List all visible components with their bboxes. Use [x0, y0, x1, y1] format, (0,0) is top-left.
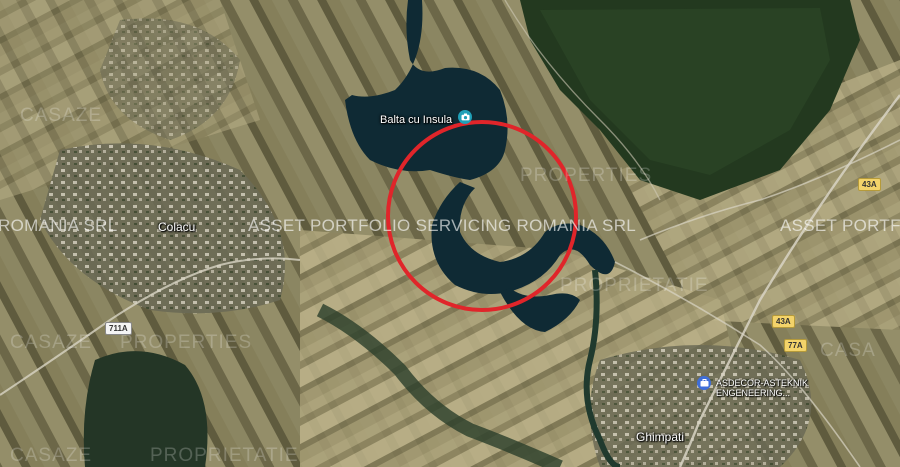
watermark-properties-mid: PROPERTIES	[520, 165, 653, 186]
watermark-casa-bottom: CASA	[820, 340, 876, 361]
town-label-colacu[interactable]: Colacu	[158, 220, 195, 234]
briefcase-icon[interactable]	[697, 376, 711, 390]
business-label-line2: ENGENEERING...	[716, 388, 791, 398]
watermark-left: ROMANIA SRL	[0, 216, 118, 235]
watermark-center: ASSET PORTFOLIO SERVICING ROMANIA SRL	[248, 216, 637, 235]
business-label[interactable]: ASDECOR-ASTEKNIK ENGENEERING...	[716, 378, 808, 398]
watermark-proprietatie-mid: PROPRIETATIE	[560, 275, 709, 296]
road-shield-711a: 711A	[105, 322, 132, 335]
watermark-casaze-bottom: CASAZE	[10, 445, 93, 466]
road-shield-77a: 77A	[784, 339, 807, 352]
town-label-ghimpati[interactable]: Ghimpati	[636, 430, 684, 444]
road-shield-43a-mid: 43A	[772, 315, 795, 328]
watermark-casa-top: CASAZE	[20, 105, 103, 126]
watermark-properties-left: PROPERTIES	[120, 332, 253, 353]
watermark-right: ASSET PORTFO	[780, 216, 900, 235]
lake-label[interactable]: Balta cu Insula	[380, 114, 452, 126]
camera-icon[interactable]	[458, 110, 472, 124]
watermark-casa-left: CASAZE	[10, 332, 93, 353]
business-label-line1: ASDECOR-ASTEKNIK	[716, 378, 809, 388]
watermark-proprietatie-bottom: PROPRIETATIE	[150, 445, 299, 466]
road-shield-43a-top: 43A	[858, 178, 881, 191]
